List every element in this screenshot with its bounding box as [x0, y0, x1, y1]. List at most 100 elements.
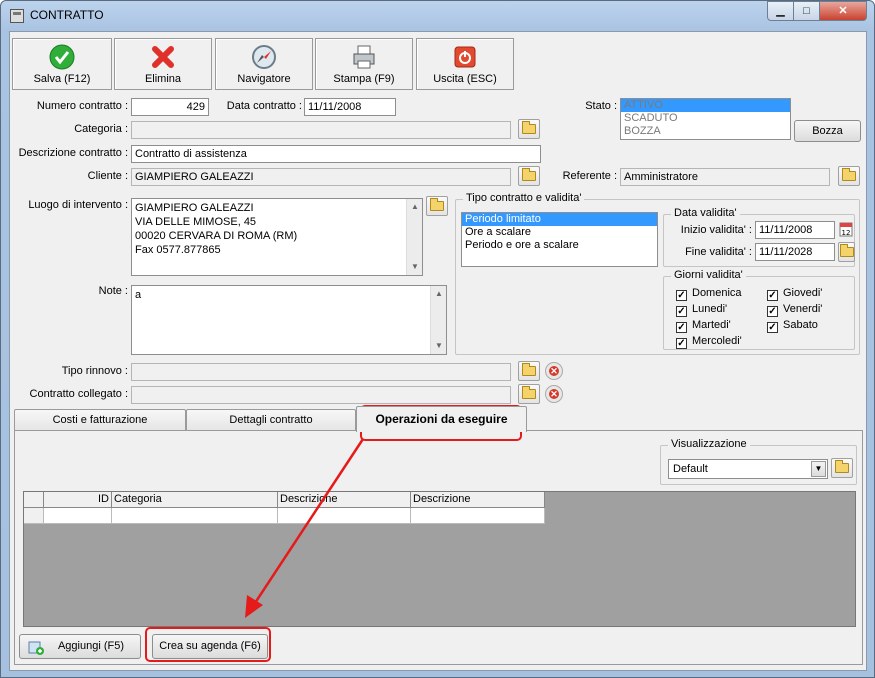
cliente-field[interactable]: GIAMPIERO GALEAZZI — [131, 168, 511, 186]
checkbox-label: Sabato — [783, 319, 818, 331]
clear-icon: ✕ — [549, 366, 559, 376]
grid-cell[interactable] — [112, 508, 278, 524]
stato-option-bozza[interactable]: BOZZA — [621, 125, 790, 138]
luogo-browse-button[interactable] — [426, 196, 448, 216]
visualizzazione-select[interactable]: Default ▼ — [668, 459, 828, 479]
navigator-button[interactable]: Navigatore — [215, 38, 313, 90]
tipo-rinnovo-browse-button[interactable] — [518, 361, 540, 381]
tipo-contratto-title: Tipo contratto e validita' — [463, 192, 585, 204]
numero-contratto-field[interactable]: 429 — [131, 98, 209, 116]
luogo-memo[interactable]: GIAMPIERO GALEAZZI VIA DELLE MIMOSE, 45 … — [131, 198, 423, 276]
scroll-up-icon[interactable]: ▲ — [407, 199, 423, 215]
clear-icon: ✕ — [549, 389, 559, 399]
visualizzazione-group: Visualizzazione Default ▼ — [660, 438, 857, 485]
tipo-rinnovo-clear-button[interactable]: ✕ — [545, 362, 563, 380]
folder-icon — [522, 168, 536, 181]
referente-label: Referente : — [562, 170, 617, 182]
contratto-collegato-field[interactable] — [131, 386, 511, 404]
check-icon: ✓ — [676, 338, 687, 349]
grid-header-id[interactable]: ID — [44, 492, 112, 508]
grid-cell[interactable] — [411, 508, 545, 524]
domenica-checkbox[interactable]: ✓ Domenica — [676, 287, 742, 301]
stato-label: Stato : — [585, 100, 617, 112]
grid-header-descrizione[interactable]: Descrizione — [278, 492, 411, 508]
scroll-up-icon[interactable]: ▲ — [431, 286, 447, 302]
navigator-label: Navigatore — [237, 73, 291, 85]
cliente-label: Cliente : — [87, 170, 128, 182]
tipo-option[interactable]: Periodo e ore a scalare — [462, 239, 657, 252]
tab-costi-fatturazione[interactable]: Costi e fatturazione — [14, 409, 186, 431]
delete-button[interactable]: Elimina — [114, 38, 212, 90]
stato-option-scaduto[interactable]: SCADUTO — [621, 112, 790, 125]
visualizzazione-browse-button[interactable] — [831, 458, 853, 478]
categoria-field[interactable] — [131, 121, 511, 139]
grid-header-descrizione-2[interactable]: Descrizione — [411, 492, 545, 508]
venerdi-checkbox[interactable]: ✓ Venerdi' — [767, 303, 822, 317]
folder-icon — [835, 460, 849, 473]
check-icon: ✓ — [676, 322, 687, 333]
note-scrollbar[interactable]: ▲ ▼ — [430, 286, 446, 354]
data-contratto-field[interactable]: 11/11/2008 — [304, 98, 396, 116]
categoria-browse-button[interactable] — [518, 119, 540, 139]
scroll-down-icon[interactable]: ▼ — [407, 259, 423, 275]
referente-browse-button[interactable] — [838, 166, 860, 186]
note-memo[interactable]: a ▲ ▼ — [131, 285, 447, 355]
aggiungi-button[interactable]: Aggiungi (F5) — [19, 634, 141, 659]
martedi-checkbox[interactable]: ✓ Martedi' — [676, 319, 731, 333]
fine-validita-browse-button[interactable] — [838, 242, 855, 262]
tipo-option[interactable]: Ore a scalare — [462, 226, 657, 239]
tipo-option[interactable]: Periodo limitato — [462, 213, 657, 226]
fine-validita-label: Fine validita' : — [685, 246, 752, 258]
operazioni-grid[interactable]: ID Categoria Descrizione Descrizione — [23, 491, 856, 627]
annotation-highlight-button — [145, 627, 271, 662]
grid-header-categoria[interactable]: Categoria — [112, 492, 278, 508]
scroll-down-icon[interactable]: ▼ — [431, 338, 447, 354]
stato-listbox[interactable]: ATTIVO SCADUTO BOZZA — [620, 98, 791, 140]
giovedi-checkbox[interactable]: ✓ Giovedi' — [767, 287, 822, 301]
contratto-collegato-browse-button[interactable] — [518, 384, 540, 404]
stato-option-attivo[interactable]: ATTIVO — [621, 99, 790, 112]
calendar-icon[interactable]: 12 — [839, 221, 853, 237]
check-icon: ✓ — [767, 322, 778, 333]
sabato-checkbox[interactable]: ✓ Sabato — [767, 319, 818, 333]
luogo-line: VIA DELLE MIMOSE, 45 — [135, 216, 257, 228]
luogo-line: 00020 CERVARA DI ROMA (RM) — [135, 230, 298, 242]
exit-button[interactable]: Uscita (ESC) — [416, 38, 514, 90]
tab-operazioni-da-eseguire[interactable]: Operazioni da eseguire — [356, 406, 527, 432]
descrizione-label: Descrizione contratto : — [18, 147, 128, 159]
fine-validita-field[interactable]: 11/11/2028 — [755, 243, 835, 261]
folder-icon — [522, 386, 536, 399]
grid-row-indicator[interactable] — [24, 508, 44, 524]
descrizione-field[interactable]: Contratto di assistenza — [131, 145, 541, 163]
luogo-scrollbar[interactable]: ▲ ▼ — [406, 199, 422, 275]
form-client-area: Salva (F12) Elimina Navigatore Stampa (F… — [9, 31, 867, 671]
title-bar[interactable]: CONTRATTO ▁ □ ✕ — [1, 1, 874, 31]
visualizzazione-title: Visualizzazione — [668, 438, 750, 450]
bozza-button[interactable]: Bozza — [794, 120, 861, 142]
lunedi-checkbox[interactable]: ✓ Lunedi' — [676, 303, 727, 317]
tipo-contratto-listbox[interactable]: Periodo limitato Ore a scalare Periodo e… — [461, 212, 658, 267]
checkbox-label: Mercoledi' — [692, 335, 742, 347]
referente-field[interactable]: Amministratore — [620, 168, 830, 186]
grid-cell[interactable] — [278, 508, 411, 524]
delete-label: Elimina — [144, 73, 182, 85]
contratto-collegato-clear-button[interactable]: ✕ — [545, 385, 563, 403]
save-button[interactable]: Salva (F12) — [12, 38, 112, 90]
close-button[interactable]: ✕ — [819, 1, 867, 21]
luogo-label: Luogo di intervento : — [28, 199, 128, 211]
minimize-button[interactable]: ▁ — [767, 1, 794, 21]
tab-dettagli-contratto[interactable]: Dettagli contratto — [186, 409, 356, 431]
check-icon: ✓ — [767, 290, 778, 301]
printer-icon — [353, 45, 375, 69]
cliente-browse-button[interactable] — [518, 166, 540, 186]
chevron-down-icon[interactable]: ▼ — [811, 461, 826, 477]
tipo-rinnovo-field[interactable] — [131, 363, 511, 381]
folder-icon — [842, 168, 856, 181]
grid-cell[interactable] — [44, 508, 112, 524]
folder-icon — [522, 363, 536, 376]
mercoledi-checkbox[interactable]: ✓ Mercoledi' — [676, 335, 742, 349]
data-contratto-label: Data contratto : — [226, 100, 302, 112]
maximize-button[interactable]: □ — [793, 1, 820, 21]
print-button[interactable]: Stampa (F9) — [315, 38, 413, 90]
inizio-validita-field[interactable]: 11/11/2008 — [755, 221, 835, 239]
